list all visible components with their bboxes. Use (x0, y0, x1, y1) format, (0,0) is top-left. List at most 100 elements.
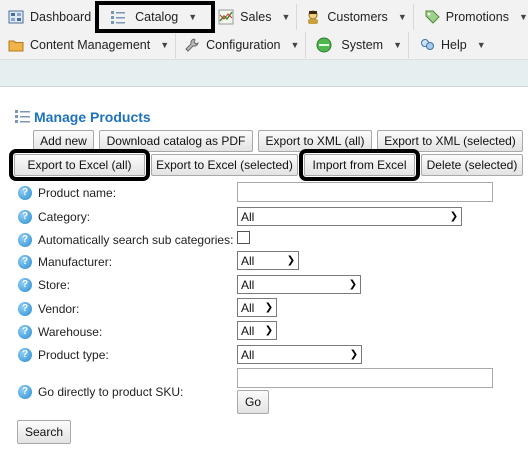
help-question-icon[interactable]: ? (18, 186, 32, 200)
product-name-row: ? Product name: (18, 186, 116, 200)
category-label: Category: (38, 210, 91, 224)
help-question-icon[interactable]: ? (18, 278, 32, 292)
search-button[interactable]: Search (17, 420, 71, 444)
sku-row: ? Go directly to product SKU: (18, 385, 183, 399)
auto-search-checkbox[interactable] (237, 231, 250, 244)
menu-customers-label: Customers (327, 10, 388, 24)
store-select[interactable]: All ❯ (237, 275, 361, 294)
help-people-icon (419, 37, 435, 53)
category-row: ? Category: (18, 210, 90, 224)
chevron-down-icon: ▼ (397, 12, 407, 22)
product-type-label: Product type: (38, 348, 109, 362)
dashboard-icon (8, 9, 24, 25)
vendor-select[interactable]: All ❯ (237, 298, 277, 317)
menu-promotions[interactable]: Promotions ▼ (414, 4, 528, 30)
chevron-down-icon: ❯ (449, 211, 459, 222)
help-question-icon[interactable]: ? (18, 255, 32, 269)
menu-configuration-label: Configuration (206, 38, 281, 52)
menu-dashboard-label: Dashboard (30, 10, 92, 24)
sub-toolbar-strip (0, 60, 528, 87)
manufacturer-row: ? Manufacturer: (18, 255, 112, 269)
chevron-down-icon: ❯ (264, 325, 274, 336)
customers-icon (305, 9, 321, 25)
vendor-row: ? Vendor: (18, 302, 79, 316)
product-name-label: Product name: (38, 186, 117, 200)
export-excel-selected-button[interactable]: Export to Excel (selected) (151, 154, 298, 176)
import-excel-button[interactable]: Import from Excel (299, 149, 420, 181)
warehouse-select-value: All (241, 323, 255, 338)
menu-system-label: System (341, 38, 384, 52)
warehouse-label: Warehouse: (38, 325, 103, 339)
manufacturer-label: Manufacturer: (38, 255, 113, 269)
promotions-tag-icon (424, 9, 440, 25)
menu-customers[interactable]: Customers ▼ (297, 4, 414, 30)
chevron-down-icon: ❯ (264, 302, 274, 313)
menu-catalog[interactable]: Catalog ▼ (95, 1, 216, 33)
chevron-down-icon: ▼ (290, 40, 300, 50)
vendor-label: Vendor: (38, 302, 80, 316)
vendor-select-value: All (241, 300, 255, 315)
store-label: Store: (38, 278, 71, 292)
menu-sales[interactable]: Sales ▼ (212, 4, 298, 30)
help-question-icon[interactable]: ? (18, 302, 32, 316)
menu-row-2: Content Management ▼ Configuration ▼ Sys… (0, 31, 492, 59)
chevron-down-icon: ▼ (518, 12, 528, 22)
menu-content-management-label: Content Management (30, 38, 151, 52)
product-name-input[interactable] (237, 182, 493, 202)
product-type-row: ? Product type: (18, 348, 109, 362)
top-menu-bar: Dashboard Catalog ▼ Sales ▼ Customers ▼ (0, 0, 528, 60)
chevron-down-icon: ▼ (393, 40, 403, 50)
menu-content-management[interactable]: Content Management ▼ (0, 32, 177, 58)
product-type-select[interactable]: All ❯ (237, 345, 362, 364)
chevron-down-icon: ▼ (281, 12, 291, 22)
auto-search-label: Automatically search sub categories: (38, 233, 234, 247)
chevron-down-icon: ▼ (476, 40, 486, 50)
download-pdf-button[interactable]: Download catalog as PDF (99, 130, 253, 152)
add-new-button[interactable]: Add new (33, 130, 94, 152)
menu-configuration[interactable]: Configuration ▼ (176, 32, 307, 58)
manufacturer-select[interactable]: All ❯ (237, 251, 299, 270)
sales-chart-icon (218, 9, 234, 25)
chevron-down-icon: ❯ (348, 279, 358, 290)
help-question-icon[interactable]: ? (18, 233, 32, 247)
delete-selected-button[interactable]: Delete (selected) (421, 154, 523, 176)
chevron-down-icon: ▼ (160, 40, 170, 50)
list-icon (15, 109, 30, 125)
sku-label: Go directly to product SKU: (38, 385, 184, 399)
store-select-value: All (241, 277, 255, 292)
menu-system[interactable]: System ▼ (306, 32, 410, 58)
category-select-value: All (241, 209, 255, 224)
menu-help-label: Help (441, 38, 467, 52)
help-question-icon[interactable]: ? (18, 325, 32, 339)
menu-sales-label: Sales (240, 10, 272, 24)
system-globe-icon (316, 37, 332, 53)
menu-row-1: Dashboard Catalog ▼ Sales ▼ Customers ▼ (0, 1, 528, 33)
menu-promotions-label: Promotions (445, 10, 509, 24)
store-row: ? Store: (18, 278, 70, 292)
menu-help[interactable]: Help ▼ (409, 32, 492, 58)
manufacturer-select-value: All (241, 253, 255, 268)
export-excel-all-button[interactable]: Export to Excel (all) (9, 149, 150, 181)
page-title: Manage Products (34, 109, 151, 125)
chevron-down-icon: ▼ (188, 12, 198, 22)
go-button[interactable]: Go (237, 390, 269, 414)
export-xml-selected-button[interactable]: Export to XML (selected) (377, 130, 523, 152)
wrench-icon (184, 37, 200, 53)
category-select[interactable]: All ❯ (237, 207, 462, 226)
folder-icon (8, 37, 24, 53)
export-xml-all-button[interactable]: Export to XML (all) (258, 130, 372, 152)
help-question-icon[interactable]: ? (18, 385, 32, 399)
chevron-down-icon: ❯ (349, 349, 359, 360)
auto-search-row: ? Automatically search sub categories: (18, 233, 233, 247)
sku-input[interactable] (237, 368, 493, 388)
menu-dashboard[interactable]: Dashboard (0, 4, 99, 30)
warehouse-select[interactable]: All ❯ (237, 321, 277, 340)
page-header: Manage Products (15, 109, 151, 125)
product-type-select-value: All (241, 347, 255, 362)
menu-catalog-label: Catalog (135, 10, 179, 24)
warehouse-row: ? Warehouse: (18, 325, 102, 339)
help-question-icon[interactable]: ? (18, 210, 32, 224)
chevron-down-icon: ❯ (286, 255, 296, 266)
help-question-icon[interactable]: ? (18, 348, 32, 362)
catalog-icon (110, 9, 126, 25)
